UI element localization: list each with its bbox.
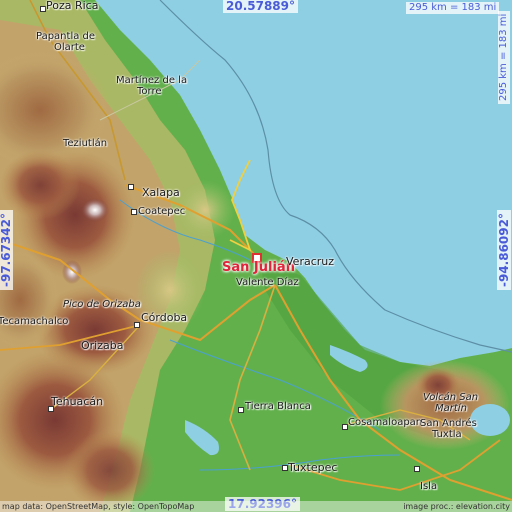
town-dot-cordoba	[134, 322, 140, 328]
place-teziutlan: Teziutlán	[63, 138, 108, 149]
place-san-andres: San Andrés	[420, 418, 477, 429]
coord-right-label: -94.86092°	[497, 210, 511, 290]
place-orizaba: Orizaba	[81, 339, 124, 352]
place-san-andres-2: Tuxtla	[432, 429, 462, 440]
place-cosamaloapan: Cosamaloapan	[348, 417, 423, 428]
place-xalapa: Xalapa	[142, 186, 180, 199]
coord-top-label: 20.57889°	[223, 0, 299, 13]
place-papantla: Papantla de	[36, 31, 96, 42]
place-martinez: Martínez de la	[116, 75, 188, 86]
scale-top-label: 295 km = 183 mi	[406, 2, 500, 14]
attribution-bar: map data: OpenStreetMap, style: OpenTopo…	[0, 501, 512, 512]
scale-right-label: 295 km = 183 mi	[498, 10, 510, 104]
place-cordoba: Córdoba	[141, 311, 188, 324]
topographic-map[interactable]: 20.57889° 17.92396° -97.67342° -94.86092…	[0, 0, 512, 512]
place-tuxtepec: Tuxtepec	[288, 461, 338, 474]
place-volcan-san-martin: Volcán San	[423, 392, 479, 403]
place-valente-diaz: Valente Díaz	[236, 277, 299, 288]
coord-left-label: -97.67342°	[0, 210, 13, 290]
place-tierra-blanca: Tierra Blanca	[245, 401, 311, 412]
town-dot-xalapa	[128, 184, 134, 190]
location-title: San Julián	[222, 260, 295, 275]
place-tecamachalco: Tecamachalco	[0, 316, 69, 327]
place-coatepec: Coatepec	[138, 206, 186, 217]
place-martinez-2: Torre	[137, 86, 162, 97]
place-poza-rica: Poza Rica	[46, 0, 99, 12]
place-tehuacan: Tehuacán	[51, 395, 104, 408]
place-pico-de-orizaba: Pico de Orizaba	[63, 299, 141, 310]
town-dot-isla	[414, 466, 420, 472]
attribution-right: image proc.: elevation.city	[403, 502, 510, 511]
attribution-left: map data: OpenStreetMap, style: OpenTopo…	[2, 502, 195, 511]
place-volcan-san-martin-2: Martín	[435, 403, 467, 414]
town-dot-tierra-blanca	[238, 407, 244, 413]
place-isla: Isla	[420, 481, 438, 492]
cofre-peak	[81, 198, 109, 222]
place-papantla-2: Olarte	[54, 42, 85, 53]
place-veracruz: Veracruz	[286, 255, 335, 268]
town-dot-coatepec	[131, 209, 137, 215]
